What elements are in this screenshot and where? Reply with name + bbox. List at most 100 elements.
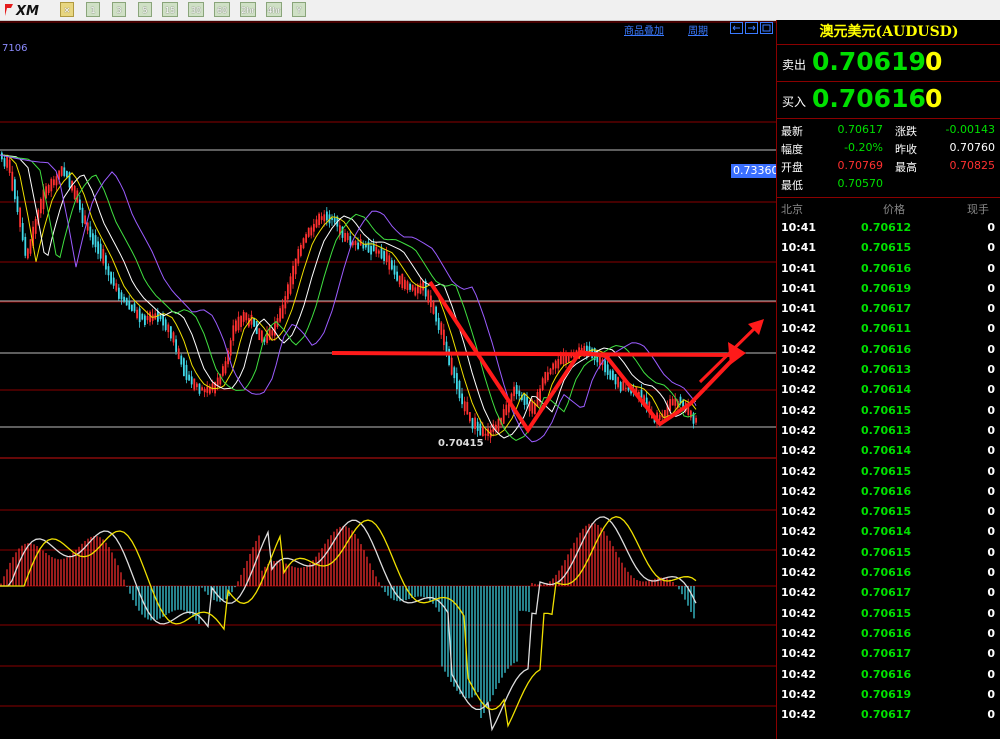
candle-body — [222, 366, 224, 376]
candle-body — [53, 179, 55, 186]
tick-price: 0.70616 — [861, 566, 912, 580]
period-link[interactable]: 周期 — [688, 22, 708, 37]
tick-row[interactable]: 10:42 0.70614 0 — [777, 522, 1000, 542]
candle-body — [305, 234, 307, 243]
tick-price: 0.70615 — [861, 403, 912, 417]
candle-body — [206, 386, 209, 393]
candle-body — [398, 275, 401, 285]
tick-time: 10:42 — [781, 687, 817, 701]
tick-row[interactable]: 10:42 0.70616 0 — [777, 482, 1000, 502]
stats-row: 最低 0.70570 — [777, 175, 1000, 193]
candle-body — [159, 314, 162, 320]
candle-body — [448, 348, 450, 366]
tick-row[interactable]: 10:41 0.70617 0 — [777, 299, 1000, 319]
tick-price: 0.70615 — [861, 241, 912, 255]
indicator-label: 7106 — [2, 43, 28, 54]
tick-time: 10:42 — [781, 586, 817, 600]
tick-price: 0.70616 — [861, 484, 912, 498]
toolbar: XM ✕ 1 3 5 15 30 60 2hr 4hr Y — [0, 0, 1000, 21]
tick-row[interactable]: 10:42 0.70615 0 — [777, 401, 1000, 421]
candle-body — [497, 418, 500, 432]
candle-body — [50, 178, 53, 192]
sell-quote[interactable]: 卖出 0.70619 0 — [777, 45, 1000, 82]
candle-body — [482, 426, 484, 437]
tick-header: 北京 价格 现手 — [777, 198, 1000, 218]
tick-price: 0.70611 — [861, 322, 912, 336]
tick-row[interactable]: 10:42 0.70614 0 — [777, 441, 1000, 461]
tick-row[interactable]: 10:42 0.70614 0 — [777, 380, 1000, 400]
tick-price: 0.70619 — [861, 687, 912, 701]
tick-header-volume: 现手 — [967, 203, 989, 216]
tick-row[interactable]: 10:42 0.70616 0 — [777, 340, 1000, 360]
tick-row[interactable]: 10:41 0.70619 0 — [777, 279, 1000, 299]
toolbar-button-close[interactable]: ✕ — [60, 2, 74, 17]
tick-price: 0.70615 — [861, 505, 912, 519]
candle-body — [131, 304, 133, 311]
candle-body — [86, 222, 89, 231]
tick-row[interactable]: 10:42 0.70617 0 — [777, 583, 1000, 603]
tick-row[interactable]: 10:42 0.70615 0 — [777, 462, 1000, 482]
candle-body — [526, 396, 528, 405]
chart-area[interactable] — [0, 20, 776, 739]
tick-row[interactable]: 10:42 0.70616 0 — [777, 624, 1000, 644]
tick-time: 10:41 — [781, 302, 817, 316]
tick-price: 0.70615 — [861, 464, 912, 478]
toolbar-button-1[interactable]: 1 — [86, 2, 100, 17]
tick-row[interactable]: 10:42 0.70616 0 — [777, 665, 1000, 685]
tick-row[interactable]: 10:41 0.70616 0 — [777, 259, 1000, 279]
candle-body — [547, 372, 549, 381]
tick-price: 0.70617 — [861, 708, 912, 722]
toolbar-button-3[interactable]: 3 — [112, 2, 126, 17]
candle-body — [541, 378, 544, 391]
toolbar-button-2hr[interactable]: 2hr — [240, 2, 256, 17]
candle-body — [370, 245, 372, 255]
tick-row[interactable]: 10:42 0.70613 0 — [777, 421, 1000, 441]
tick-row[interactable]: 10:41 0.70612 0 — [777, 218, 1000, 238]
tick-row[interactable]: 10:42 0.70617 0 — [777, 705, 1000, 725]
tick-volume: 0 — [987, 464, 995, 478]
tick-row[interactable]: 10:42 0.70615 0 — [777, 502, 1000, 522]
tick-row[interactable]: 10:42 0.70611 0 — [777, 319, 1000, 339]
buy-price: 0.70616 — [812, 84, 926, 113]
tick-price: 0.70614 — [861, 525, 912, 539]
toolbar-button-y[interactable]: Y — [292, 2, 306, 17]
tick-row[interactable]: 10:42 0.70617 0 — [777, 644, 1000, 664]
tick-header-price: 价格 — [883, 203, 905, 216]
toolbar-button-5[interactable]: 5 — [138, 2, 152, 17]
overlay-link[interactable]: 商品叠加 — [624, 22, 664, 37]
tick-row[interactable]: 10:42 0.70615 0 — [777, 543, 1000, 563]
candle-body — [201, 387, 203, 391]
tick-time: 10:42 — [781, 423, 817, 437]
toolbar-button-60[interactable]: 60 — [214, 2, 230, 17]
tick-price: 0.70616 — [861, 667, 912, 681]
tick-row[interactable]: 10:41 0.70615 0 — [777, 238, 1000, 258]
candle-body — [79, 199, 81, 210]
candle-body — [47, 184, 50, 193]
window-control-icons[interactable] — [730, 22, 774, 35]
candle-body — [456, 373, 458, 390]
candlestick-chart[interactable] — [0, 20, 776, 739]
candle-body — [188, 374, 190, 381]
candle-body — [112, 277, 115, 286]
tick-row[interactable]: 10:42 0.70615 0 — [777, 604, 1000, 624]
candle-body — [125, 297, 128, 306]
candle-body — [333, 217, 336, 223]
toolbar-button-4hr[interactable]: 4hr — [266, 2, 282, 17]
tick-row[interactable]: 10:42 0.70616 0 — [777, 563, 1000, 583]
stat-value: 0.70825 — [949, 159, 996, 172]
candle-body — [175, 339, 177, 352]
tick-list[interactable]: 10:41 0.70612 0 10:41 0.70615 0 10:41 0.70616 0 1… — [777, 218, 1000, 725]
toolbar-button-15[interactable]: 15 — [162, 2, 178, 17]
toolbar-button-30[interactable]: 30 — [188, 2, 204, 17]
candle-body — [185, 364, 188, 380]
tick-time: 10:42 — [781, 403, 817, 417]
tick-time: 10:42 — [781, 606, 817, 620]
candle-body — [658, 414, 661, 421]
candle-body — [133, 303, 136, 312]
tick-volume: 0 — [987, 444, 995, 458]
buy-quote[interactable]: 买入 0.70616 0 — [777, 82, 1000, 119]
tick-volume: 0 — [987, 545, 995, 559]
tick-row[interactable]: 10:42 0.70613 0 — [777, 360, 1000, 380]
tick-time: 10:42 — [781, 464, 817, 478]
tick-row[interactable]: 10:42 0.70619 0 — [777, 685, 1000, 705]
